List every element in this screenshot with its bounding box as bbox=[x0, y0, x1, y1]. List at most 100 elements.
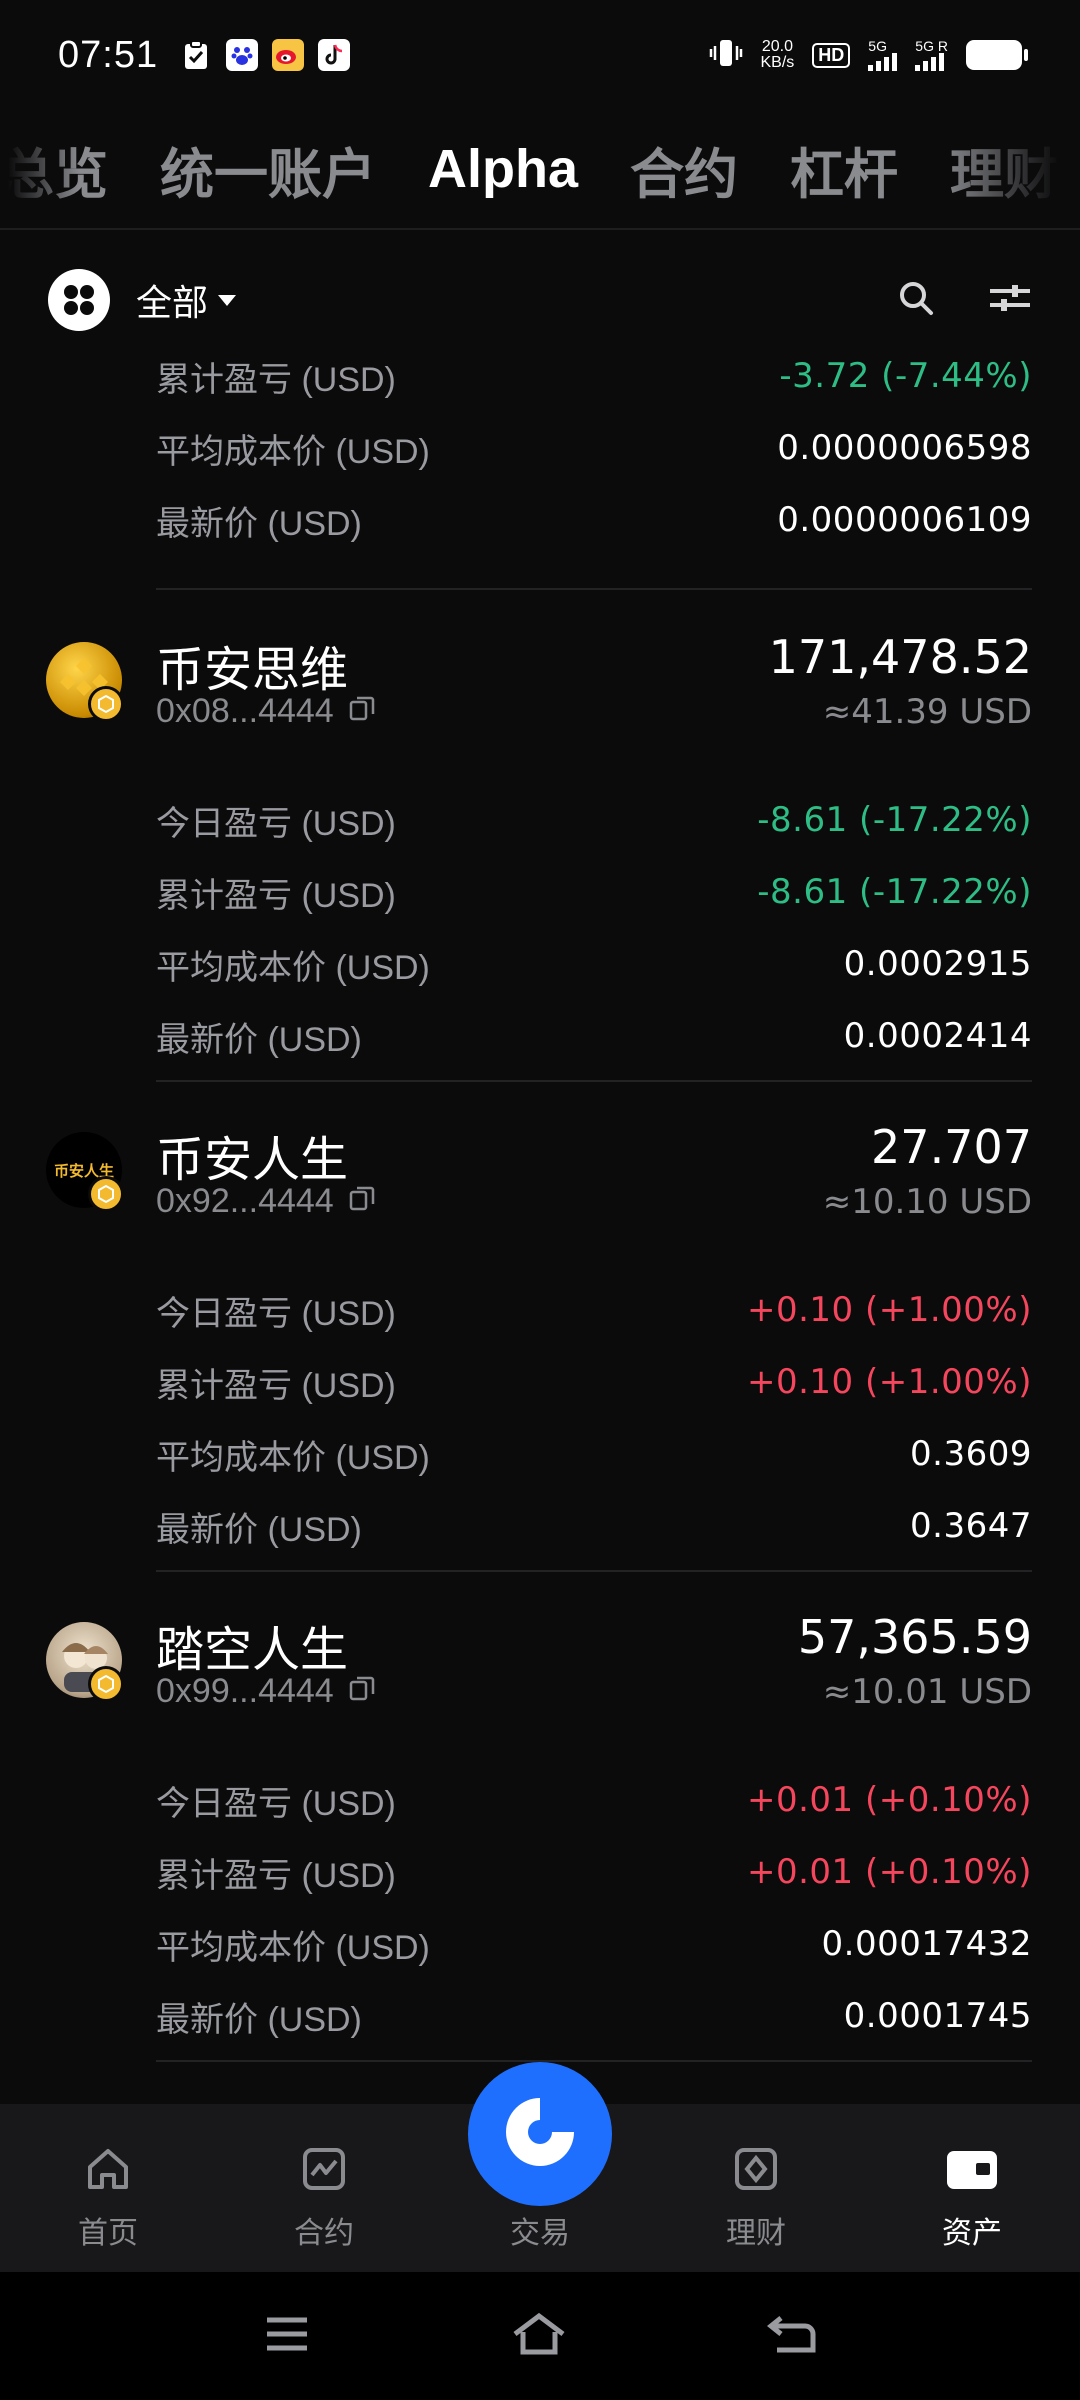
roaming-indicator: R bbox=[937, 38, 948, 54]
asset-name: 踏空人生 bbox=[156, 1624, 349, 1677]
detail-value: +0.01 (+0.10%) bbox=[746, 1780, 1032, 1820]
detail-row: 累计盈亏 (USD) +0.01 (+0.10%) bbox=[156, 1836, 1032, 1908]
home-icon bbox=[84, 2145, 132, 2198]
sim1-label: 5G bbox=[868, 38, 887, 54]
futures-icon bbox=[300, 2145, 348, 2198]
detail-row: 平均成本价 (USD) 0.0000006598 bbox=[156, 412, 1032, 484]
battery-icon bbox=[966, 40, 1028, 70]
menu-icon[interactable] bbox=[263, 2314, 311, 2359]
notification-icons bbox=[180, 39, 351, 71]
filter-actions bbox=[896, 278, 1032, 323]
tab-unified-account[interactable]: 统一账户 bbox=[160, 130, 376, 209]
detail-value: 0.00017432 bbox=[821, 1924, 1032, 1964]
asset-address: 0x08...4444 bbox=[156, 692, 376, 731]
trade-fab-button[interactable] bbox=[468, 2062, 612, 2206]
nav-assets[interactable]: 资产 bbox=[864, 2104, 1080, 2272]
asset-amount: 57,365.59 bbox=[797, 1610, 1032, 1664]
asset-address: 0x92...4444 bbox=[156, 1182, 376, 1221]
detail-label: 平均成本价 (USD) bbox=[156, 948, 430, 987]
filter-dropdown-label[interactable]: 全部 bbox=[136, 274, 208, 326]
copy-icon[interactable] bbox=[348, 692, 376, 731]
tab-futures[interactable]: 合约 bbox=[630, 130, 738, 209]
back-icon[interactable] bbox=[766, 2312, 817, 2361]
nav-label: 交易 bbox=[510, 2217, 570, 2250]
asset-address: 0x99...4444 bbox=[156, 1672, 376, 1711]
detail-label: 最新价 (USD) bbox=[156, 1020, 362, 1059]
tab-margin[interactable]: 杠杆 bbox=[790, 130, 898, 209]
detail-label: 累计盈亏 (USD) bbox=[156, 360, 396, 399]
detail-value: 0.3609 bbox=[910, 1434, 1032, 1474]
account-tabs: 总览 统一账户 Alpha 合约 杠杆 理财 bbox=[0, 110, 1080, 230]
filter-settings-icon[interactable] bbox=[988, 280, 1032, 321]
detail-value: +0.10 (+1.00%) bbox=[746, 1290, 1032, 1330]
asset-amount: 27.707 bbox=[871, 1120, 1032, 1174]
detail-value: +0.10 (+1.00%) bbox=[746, 1362, 1032, 1402]
detail-label: 最新价 (USD) bbox=[156, 2000, 362, 2039]
status-time: 07:51 bbox=[58, 33, 159, 76]
detail-row: 累计盈亏 (USD) +0.10 (+1.00%) bbox=[156, 1346, 1032, 1418]
asset-usd-value: ≈10.10 USD bbox=[822, 1182, 1032, 1222]
detail-label: 累计盈亏 (USD) bbox=[156, 1366, 396, 1405]
tab-alpha[interactable]: Alpha bbox=[428, 138, 578, 200]
wallet-icon bbox=[944, 2145, 1000, 2198]
nav-label: 合约 bbox=[294, 2217, 354, 2250]
divider bbox=[156, 1570, 1032, 1572]
detail-label: 最新价 (USD) bbox=[156, 504, 362, 543]
detail-row: 最新价 (USD) 0.3647 bbox=[156, 1490, 1032, 1562]
contract-address: 0x08...4444 bbox=[156, 692, 334, 730]
detail-value: +0.01 (+0.10%) bbox=[746, 1852, 1032, 1892]
detail-value: 0.0000006109 bbox=[777, 500, 1032, 540]
asset-header[interactable]: 币安思维 0x08...4444 171,478.52 ≈41.39 USD bbox=[0, 630, 1032, 740]
detail-label: 累计盈亏 (USD) bbox=[156, 876, 396, 915]
detail-value: 0.0002414 bbox=[843, 1016, 1032, 1056]
bnb-chain-badge-icon bbox=[88, 1176, 124, 1212]
net-speed-unit: KB/s bbox=[760, 54, 795, 71]
filter-row: 全部 bbox=[0, 262, 1080, 338]
bnb-chain-badge-icon bbox=[88, 686, 124, 722]
detail-label: 平均成本价 (USD) bbox=[156, 1438, 430, 1477]
home-button-icon[interactable] bbox=[511, 2312, 567, 2361]
chain-filter-logo-icon[interactable] bbox=[48, 269, 110, 331]
detail-row: 平均成本价 (USD) 0.0002915 bbox=[156, 928, 1032, 1000]
nav-label: 资产 bbox=[942, 2217, 1002, 2250]
divider bbox=[156, 2060, 1032, 2062]
detail-row: 今日盈亏 (USD) +0.10 (+1.00%) bbox=[156, 1274, 1032, 1346]
nav-earn[interactable]: 理财 bbox=[648, 2104, 864, 2272]
nav-futures[interactable]: 合约 bbox=[216, 2104, 432, 2272]
hd-badge: HD bbox=[812, 42, 851, 68]
asset-amount: 171,478.52 bbox=[768, 630, 1032, 684]
detail-value: 0.0002915 bbox=[843, 944, 1032, 984]
asset-header[interactable]: 踏空人生 0x99...4444 57,365.59 ≈10.01 USD bbox=[0, 1610, 1032, 1720]
network-speed: 20.0 KB/s bbox=[761, 39, 795, 71]
signal-sim2: 5G R bbox=[915, 39, 948, 71]
tabs-fade-left bbox=[0, 110, 80, 228]
asset-header[interactable]: 币安人生 币安人生 0x92...4444 27.707 ≈10.10 USD bbox=[0, 1120, 1032, 1230]
detail-row: 最新价 (USD) 0.0001745 bbox=[156, 1980, 1032, 2052]
detail-value: -3.72 (-7.44%) bbox=[779, 356, 1032, 396]
contract-address: 0x99...4444 bbox=[156, 1672, 334, 1710]
asset-name: 币安思维 bbox=[156, 644, 349, 697]
divider bbox=[156, 588, 1032, 590]
detail-value: 0.0001745 bbox=[843, 1996, 1032, 2036]
search-icon[interactable] bbox=[896, 278, 936, 323]
detail-row: 累计盈亏 (USD) -3.72 (-7.44%) bbox=[156, 340, 1032, 412]
contract-address: 0x92...4444 bbox=[156, 1182, 334, 1220]
asset-usd-value: ≈41.39 USD bbox=[822, 692, 1032, 732]
baidu-notification-icon bbox=[226, 39, 259, 71]
system-nav-bar bbox=[0, 2272, 1080, 2400]
detail-row: 平均成本价 (USD) 0.3609 bbox=[156, 1418, 1032, 1490]
detail-label: 今日盈亏 (USD) bbox=[156, 1784, 396, 1823]
copy-icon[interactable] bbox=[348, 1182, 376, 1221]
detail-row: 累计盈亏 (USD) -8.61 (-17.22%) bbox=[156, 856, 1032, 928]
chevron-down-icon[interactable] bbox=[218, 294, 237, 306]
copy-icon[interactable] bbox=[348, 1672, 376, 1711]
asset-usd-value: ≈10.01 USD bbox=[822, 1672, 1032, 1712]
trade-icon bbox=[498, 2090, 582, 2179]
detail-value: -8.61 (-17.22%) bbox=[757, 872, 1032, 912]
detail-value: -8.61 (-17.22%) bbox=[757, 800, 1032, 840]
nav-home[interactable]: 首页 bbox=[0, 2104, 216, 2272]
detail-row: 平均成本价 (USD) 0.00017432 bbox=[156, 1908, 1032, 1980]
asset-name: 币安人生 bbox=[156, 1134, 349, 1187]
weibo-notification-icon bbox=[272, 39, 305, 71]
net-speed-value: 20.0 bbox=[761, 38, 793, 55]
